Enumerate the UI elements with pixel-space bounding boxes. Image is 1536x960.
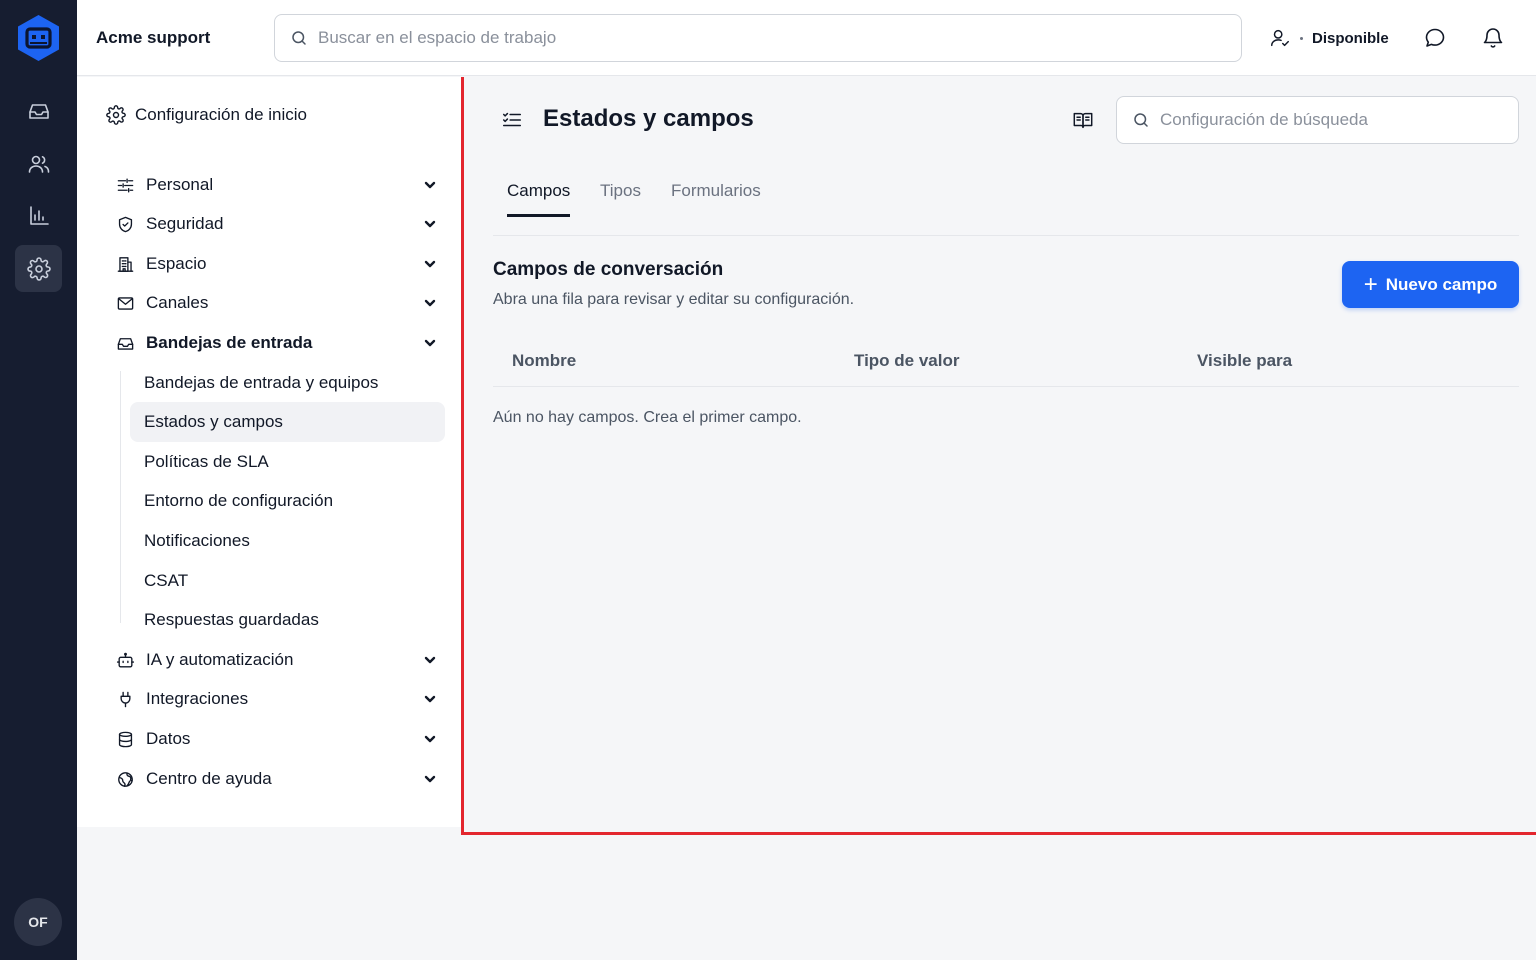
chevron-down-icon <box>424 220 436 228</box>
open-book-icon[interactable] <box>1072 109 1094 131</box>
new-field-button[interactable]: + Nuevo campo <box>1342 261 1519 308</box>
search-icon <box>1134 113 1148 127</box>
gear-icon <box>26 256 51 281</box>
section-description: Abra una fila para revisar y editar su c… <box>493 291 855 308</box>
table-header: Nombre Tipo de valor Visible para <box>493 335 1519 387</box>
app-logo-icon[interactable] <box>16 14 61 62</box>
building-icon <box>117 256 133 272</box>
sidebar-item-label: Espacio <box>146 254 207 273</box>
sidebar-item-label: Datos <box>146 729 191 748</box>
plus-icon: + <box>1363 270 1378 298</box>
status-dot <box>1300 36 1303 40</box>
chevron-down-icon <box>424 260 436 268</box>
sidebar-subitem-notifications[interactable]: Notificaciones <box>130 521 445 561</box>
section-title: Campos de conversación <box>493 259 724 280</box>
avatar[interactable]: OF <box>14 898 62 946</box>
sidebar-item-label: IA y automatización <box>146 650 294 669</box>
app-rail: OF <box>0 0 77 960</box>
chevron-down-icon <box>424 299 436 307</box>
tab-bar: Campos Tipos Formularios <box>493 181 1519 236</box>
user-check-icon <box>1271 29 1289 47</box>
sidebar-item-data[interactable]: Datos <box>115 725 437 753</box>
sidebar-item-label: Integraciones <box>146 689 249 708</box>
column-header-visible-to[interactable]: Visible para <box>1197 351 1292 371</box>
tab-fields[interactable]: Campos <box>507 181 571 217</box>
settings-home-link[interactable]: Configuración de inicio <box>106 105 307 125</box>
sidebar-item-label: Canales <box>146 293 209 312</box>
mail-icon <box>117 296 133 310</box>
sidebar-subitem-config-environment[interactable]: Entorno de configuración <box>130 481 445 521</box>
submenu-guide-line <box>120 371 121 623</box>
chevron-down-icon <box>424 339 436 347</box>
sidebar-item-inboxes[interactable]: Bandejas de entrada <box>115 329 437 357</box>
inbox-icon <box>28 103 49 119</box>
tab-types[interactable]: Tipos <box>600 181 641 217</box>
column-header-value-type[interactable]: Tipo de valor <box>854 351 960 371</box>
chevron-down-icon <box>424 181 436 189</box>
users-icon <box>28 155 49 173</box>
bell-icon <box>1483 28 1503 48</box>
sidebar-item-label: Centro de ayuda <box>146 769 272 788</box>
global-search[interactable] <box>274 14 1242 62</box>
shield-icon <box>118 216 132 232</box>
main-panel: Estados y campos Campos Tipos Formulario… <box>461 77 1536 835</box>
sidebar-item-personal[interactable]: Personal <box>115 171 437 199</box>
bar-chart-icon <box>29 205 49 225</box>
gear-icon <box>106 105 126 125</box>
chat-bubble-icon <box>1425 28 1445 47</box>
workspace-name[interactable]: Acme support <box>96 28 210 48</box>
settings-sidebar: Configuración de inicio Personal Segurid… <box>77 77 461 827</box>
rail-inbox-button[interactable] <box>15 87 62 134</box>
settings-home-label: Configuración de inicio <box>135 105 307 124</box>
sliders-icon <box>117 177 133 193</box>
sidebar-subitem-statuses-fields[interactable]: Estados y campos <box>130 402 445 442</box>
new-field-button-label: Nuevo campo <box>1385 274 1498 294</box>
empty-state-text: Aún no hay campos. Crea el primer campo. <box>493 409 802 426</box>
rail-reports-button[interactable] <box>15 192 62 239</box>
sidebar-item-label: Personal <box>146 175 214 194</box>
settings-search-input[interactable] <box>1160 110 1500 130</box>
sidebar-item-integrations[interactable]: Integraciones <box>115 685 437 713</box>
availability-status[interactable]: Disponible <box>1269 26 1389 50</box>
sidebar-item-channels[interactable]: Canales <box>115 289 437 317</box>
rail-settings-button[interactable] <box>15 245 62 292</box>
plug-icon <box>119 691 131 707</box>
sidebar-subitem-saved-replies[interactable]: Respuestas guardadas <box>130 600 445 640</box>
sidebar-subitem-csat[interactable]: CSAT <box>130 561 445 601</box>
sidebar-item-label: Bandejas de entrada <box>146 333 313 352</box>
database-icon <box>118 731 132 747</box>
chevron-down-icon <box>424 735 436 743</box>
sidebar-subitem-inboxes-teams[interactable]: Bandejas de entrada y equipos <box>130 363 445 403</box>
rail-contacts-button[interactable] <box>15 140 62 187</box>
sidebar-item-security[interactable]: Seguridad <box>115 210 437 238</box>
bot-icon <box>116 652 134 668</box>
sidebar-item-workspace[interactable]: Espacio <box>115 250 437 278</box>
notifications-button[interactable] <box>1480 25 1506 51</box>
tab-forms[interactable]: Formularios <box>671 181 761 217</box>
chevron-down-icon <box>424 656 436 664</box>
page-title: Estados y campos <box>543 105 754 132</box>
globe-icon <box>117 771 133 787</box>
search-icon <box>292 31 306 45</box>
chat-button[interactable] <box>1422 25 1448 51</box>
global-search-input[interactable] <box>318 28 1198 48</box>
inbox-icon <box>117 337 133 350</box>
sidebar-item-ai-automation[interactable]: IA y automatización <box>115 646 437 674</box>
settings-search[interactable] <box>1116 96 1519 144</box>
top-bar: Acme support Disponible <box>77 0 1536 76</box>
column-header-name[interactable]: Nombre <box>512 351 576 371</box>
checklist-icon <box>501 109 523 131</box>
status-label: Disponible <box>1312 29 1389 47</box>
sidebar-item-help-center[interactable]: Centro de ayuda <box>115 765 437 793</box>
sidebar-subitem-sla-policies[interactable]: Políticas de SLA <box>130 442 445 482</box>
chevron-down-icon <box>424 695 436 703</box>
chevron-down-icon <box>424 775 436 783</box>
sidebar-item-label: Seguridad <box>146 214 224 233</box>
